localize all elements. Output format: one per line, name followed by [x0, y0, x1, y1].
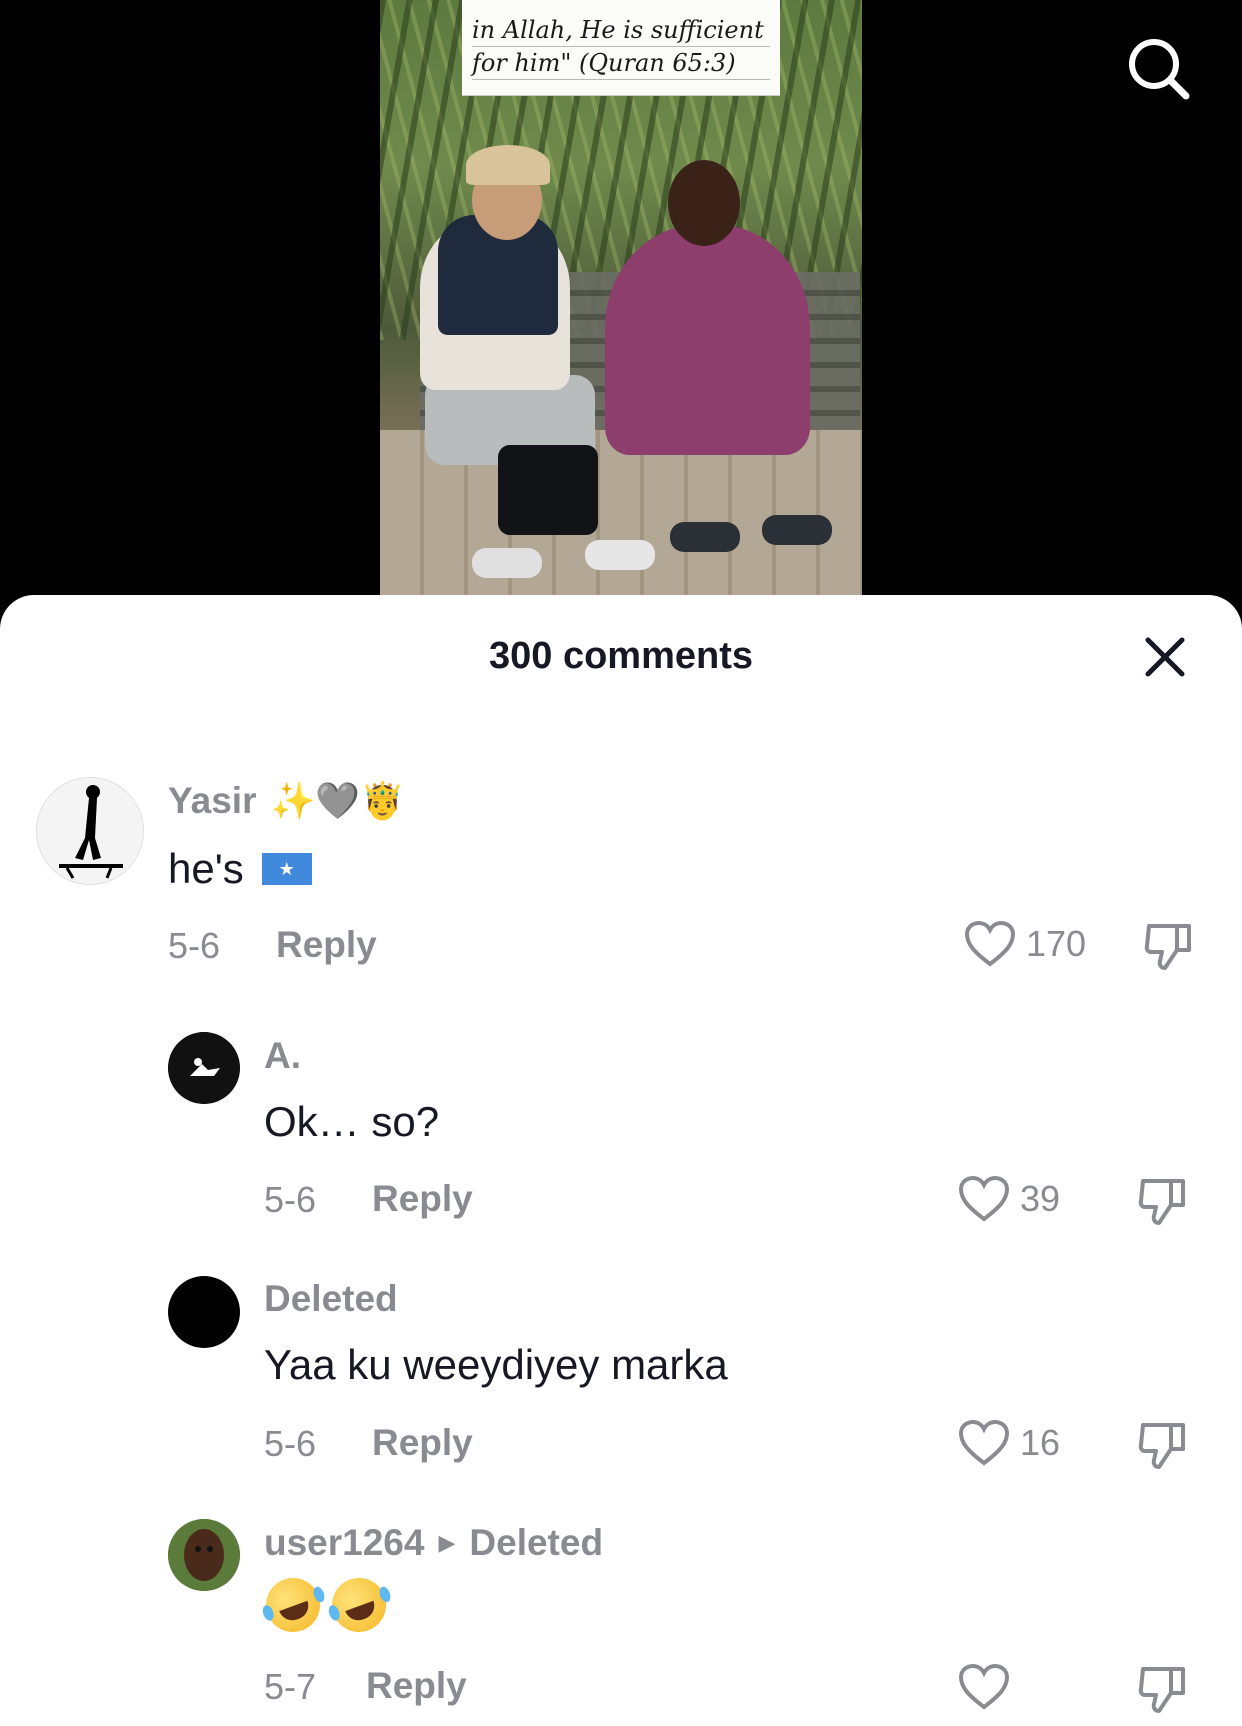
dislike-button[interactable]: [1143, 922, 1195, 977]
heart-icon: [958, 1663, 1010, 1710]
person-left-cap: [466, 145, 550, 185]
comment-text: [258, 1570, 398, 1640]
comment-text: Yaa ku weeydiyey marka: [264, 1341, 728, 1388]
video-caption-card: in Allah, He is sufficient for him" (Qur…: [462, 0, 780, 96]
comment-username[interactable]: user1264 ▶ Deleted: [264, 1522, 603, 1564]
video-frame[interactable]: in Allah, He is sufficient for him" (Qur…: [380, 0, 862, 596]
comments-count-title: 300 comments: [488, 635, 753, 677]
comment-text: Ok… so?: [264, 1098, 440, 1145]
close-button[interactable]: [1140, 632, 1190, 682]
avatar[interactable]: [168, 1032, 240, 1104]
comment-text-content: he's: [168, 845, 244, 892]
caption-line: in Allah, He is sufficient: [472, 14, 770, 47]
thumbs-down-icon: [1144, 924, 1191, 970]
rolling-on-floor-laughing-icon: [258, 1570, 328, 1640]
like-button[interactable]: 16: [958, 1419, 1060, 1467]
comment-username[interactable]: Yasir ✨🩶🤴: [168, 780, 405, 822]
comment-date: 5-6: [264, 1423, 317, 1464]
username-text: user1264: [264, 1522, 425, 1563]
like-count: 39: [1020, 1178, 1061, 1219]
person-right-head: [668, 160, 740, 246]
heart-icon: [958, 1175, 1010, 1222]
like-button[interactable]: [958, 1663, 1020, 1711]
like-count: 170: [1026, 923, 1087, 964]
thumbs-down-icon: [1138, 1179, 1185, 1225]
shoe: [585, 540, 655, 570]
comment-username[interactable]: A.: [264, 1035, 301, 1077]
dislike-button[interactable]: [1137, 1421, 1189, 1476]
like-button[interactable]: 39: [958, 1175, 1060, 1223]
replied-to-username: Deleted: [469, 1522, 604, 1563]
person-right-body: [605, 225, 810, 455]
reply-button[interactable]: Reply: [372, 1422, 473, 1464]
search-button[interactable]: [1122, 32, 1194, 104]
reply-button[interactable]: Reply: [372, 1178, 473, 1220]
somalia-flag-icon: [261, 853, 312, 885]
like-count: 16: [1020, 1422, 1061, 1463]
avatar[interactable]: [168, 1519, 240, 1591]
avatar-figure-icon: [168, 1032, 240, 1104]
avatar-silhouette-icon: [37, 778, 143, 884]
shoe: [762, 515, 832, 545]
shoe: [472, 548, 542, 578]
comments-sheet: 300 comments Yasir ✨🩶🤴 he's 5-6 Reply: [0, 595, 1242, 1726]
avatar[interactable]: [168, 1276, 240, 1348]
thumbs-down-icon: [1138, 1667, 1185, 1713]
heart-icon: [964, 920, 1016, 967]
comment-username[interactable]: Deleted: [264, 1278, 398, 1320]
search-icon: [1129, 39, 1190, 100]
reply-button[interactable]: Reply: [276, 924, 377, 966]
comment-date: 5-6: [264, 1179, 317, 1220]
thumbs-down-icon: [1138, 1423, 1185, 1469]
like-button[interactable]: 170: [964, 920, 1086, 968]
rolling-on-floor-laughing-icon: [324, 1570, 394, 1640]
heart-icon: [958, 1419, 1010, 1466]
comment-date: 5-7: [264, 1666, 317, 1707]
username-emojis: ✨🩶🤴: [270, 780, 405, 821]
comment-text: he's: [168, 845, 312, 893]
username-text: Yasir: [168, 780, 257, 821]
reply-arrow-icon: ▶: [438, 1530, 456, 1555]
comment-date: 5-6: [168, 925, 221, 966]
caption-line: for him" (Quran 65:3): [472, 47, 770, 80]
close-icon: [1145, 637, 1185, 677]
dislike-button[interactable]: [1137, 1665, 1189, 1720]
dislike-button[interactable]: [1137, 1177, 1189, 1232]
shoe: [670, 522, 740, 552]
reply-button[interactable]: Reply: [366, 1665, 467, 1707]
avatar-animal-icon: [168, 1519, 240, 1591]
bag: [498, 445, 598, 535]
avatar[interactable]: [36, 777, 144, 885]
